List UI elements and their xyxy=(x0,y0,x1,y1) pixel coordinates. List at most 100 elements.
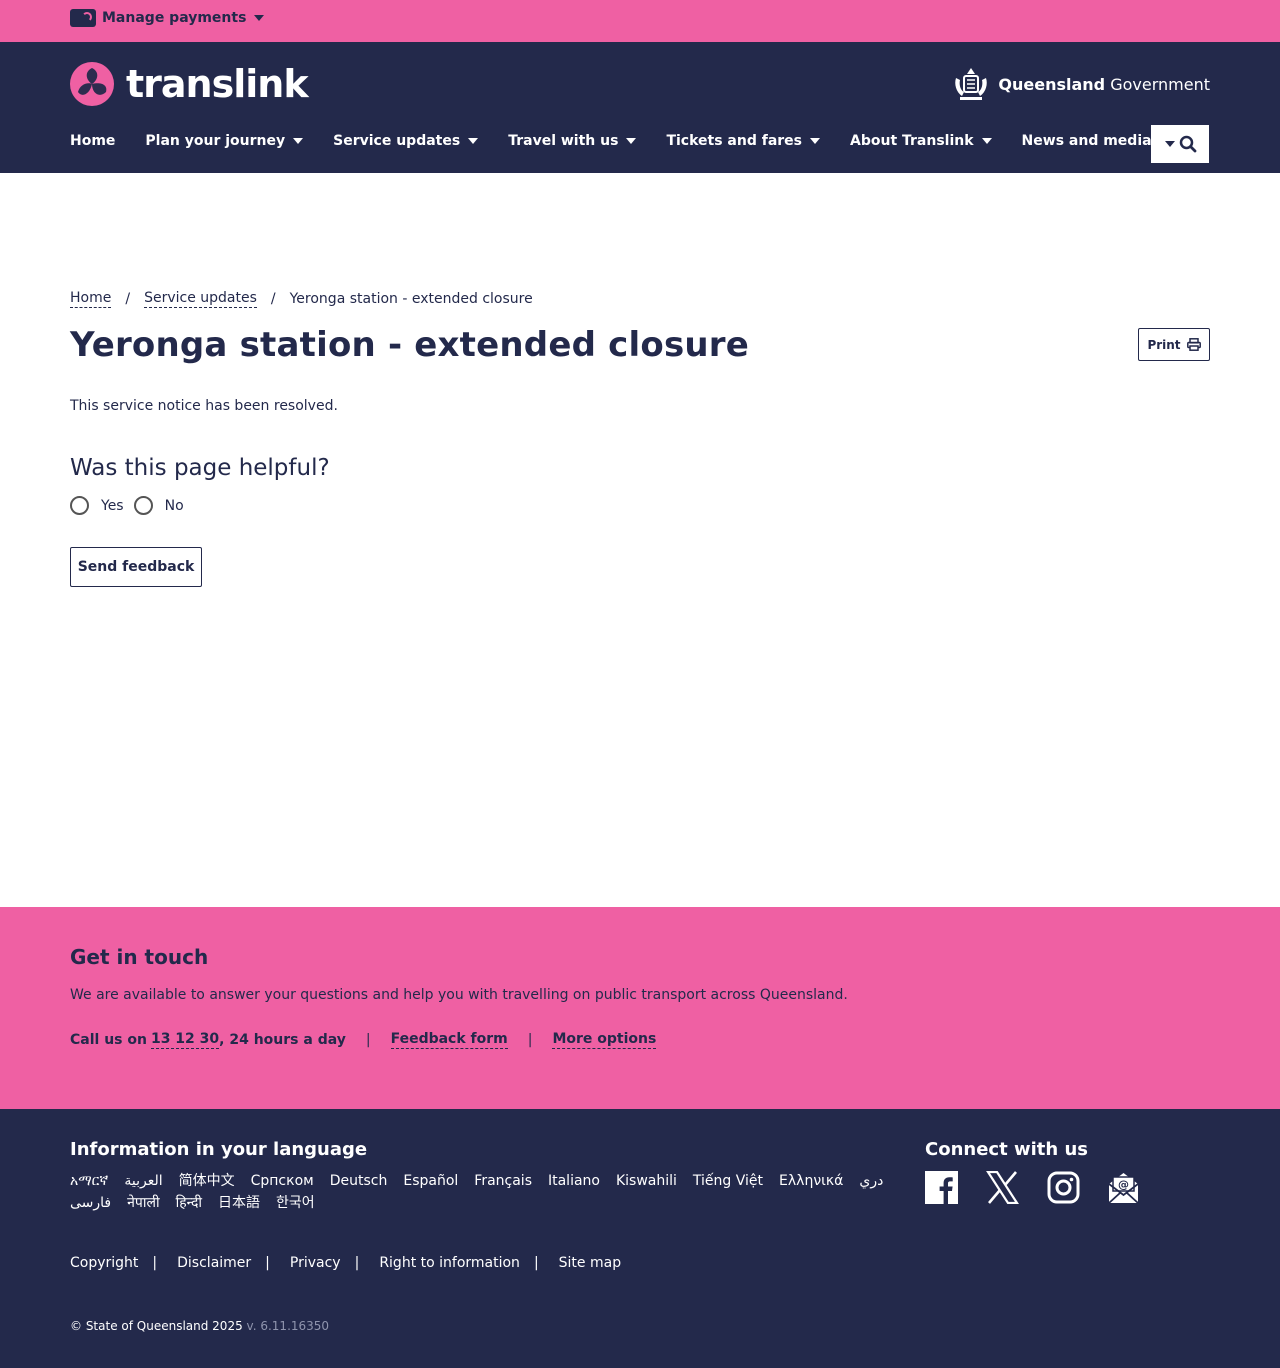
disclaimer-link[interactable]: Disclaimer xyxy=(177,1255,251,1271)
email-icon[interactable]: @ xyxy=(1108,1171,1139,1204)
language-link[interactable]: Tiếng Việt xyxy=(693,1171,763,1191)
right-to-information-link[interactable]: Right to information xyxy=(379,1255,520,1271)
nav-tickets-and-fares[interactable]: Tickets and fares xyxy=(666,133,820,149)
breadcrumb-service-updates[interactable]: Service updates xyxy=(144,290,257,308)
language-link[interactable]: नेपाली xyxy=(127,1193,159,1213)
facebook-icon[interactable] xyxy=(925,1171,958,1204)
queensland-government-logo[interactable]: Queensland Government xyxy=(950,64,1210,104)
language-link[interactable]: العربية xyxy=(124,1171,162,1191)
breadcrumb-current: Yeronga station - extended closure xyxy=(289,291,533,307)
nav-about-translink[interactable]: About Translink xyxy=(850,133,992,149)
nav-service-label: Service updates xyxy=(333,133,461,149)
breadcrumb-home[interactable]: Home xyxy=(70,290,112,308)
search-icon xyxy=(1179,135,1197,153)
breadcrumb: Home / Service updates / Yeronga station… xyxy=(70,290,533,308)
chevron-down-icon xyxy=(254,15,265,21)
separator: | xyxy=(533,1255,539,1271)
main-nav: Home Plan your journey Service updates T… xyxy=(70,133,1200,149)
language-link[interactable]: 日本語 xyxy=(218,1193,260,1213)
helpful-radio-group: Yes No xyxy=(70,496,194,515)
legal-links: Copyright | Disclaimer | Privacy | Right… xyxy=(70,1255,621,1271)
more-options-link[interactable]: More options xyxy=(552,1031,657,1049)
brand-name: translink xyxy=(126,62,309,106)
call-prefix: Call us on xyxy=(70,1032,147,1048)
yes-label[interactable]: Yes xyxy=(101,498,124,514)
language-link[interactable]: Ελληνικά xyxy=(779,1171,843,1191)
send-feedback-button[interactable]: Send feedback xyxy=(70,547,202,587)
print-button[interactable]: Print xyxy=(1138,328,1210,361)
nav-news-label: News and media xyxy=(1021,133,1152,149)
language-heading: Information in your language xyxy=(70,1139,368,1160)
separator: | xyxy=(527,1032,533,1048)
nav-news-and-media[interactable]: News and media xyxy=(1022,133,1170,149)
manage-payments-dropdown[interactable]: Manage payments xyxy=(70,9,265,27)
language-link[interactable]: Italiano xyxy=(548,1171,600,1191)
language-link[interactable]: አማርኛ xyxy=(70,1171,108,1191)
printer-icon xyxy=(1186,338,1201,351)
manage-payments-label: Manage payments xyxy=(102,10,247,26)
svg-text:@: @ xyxy=(1118,1178,1129,1191)
language-link[interactable]: Español xyxy=(403,1171,458,1191)
get-in-touch-text: We are available to answer your question… xyxy=(70,987,848,1003)
coat-of-arms-icon xyxy=(955,68,988,100)
chevron-down-icon xyxy=(293,138,304,144)
nav-plan-your-journey[interactable]: Plan your journey xyxy=(145,133,304,149)
nav-home[interactable]: Home xyxy=(70,133,115,149)
card-icon xyxy=(70,9,96,27)
nav-travel-label: Travel with us xyxy=(508,133,619,149)
chevron-down-icon xyxy=(626,138,637,144)
separator: | xyxy=(365,1032,371,1048)
social-links: @ xyxy=(925,1171,1139,1204)
separator: | xyxy=(354,1255,360,1271)
gov-bold: Queensland xyxy=(998,74,1106,94)
feedback-form-link[interactable]: Feedback form xyxy=(390,1031,508,1049)
breadcrumb-separator: / xyxy=(270,291,276,307)
get-in-touch-section: Get in touch We are available to answer … xyxy=(0,907,1280,1109)
resolved-notice: This service notice has been resolved. xyxy=(70,398,338,414)
chevron-down-icon xyxy=(810,138,820,144)
version-text: v. 6.11.16350 xyxy=(246,1319,330,1333)
x-icon[interactable] xyxy=(986,1171,1019,1204)
nav-plan-label: Plan your journey xyxy=(145,133,286,149)
separator: | xyxy=(152,1255,158,1271)
instagram-icon[interactable] xyxy=(1047,1171,1080,1204)
language-link[interactable]: Српском xyxy=(251,1171,314,1191)
nav-about-label: About Translink xyxy=(850,133,974,149)
privacy-link[interactable]: Privacy xyxy=(290,1255,341,1271)
nav-home-label: Home xyxy=(70,133,116,149)
search-toggle-button[interactable] xyxy=(1151,125,1209,163)
translink-logo[interactable]: translink xyxy=(70,62,309,106)
yes-radio[interactable] xyxy=(70,496,89,515)
call-suffix: , 24 hours a day xyxy=(219,1032,346,1048)
site-map-link[interactable]: Site map xyxy=(559,1255,621,1271)
separator: | xyxy=(265,1255,270,1271)
nav-service-updates[interactable]: Service updates xyxy=(333,133,479,149)
no-radio[interactable] xyxy=(133,496,153,515)
queensland-government-text: Queensland Government xyxy=(998,75,1210,94)
no-label[interactable]: No xyxy=(165,498,184,514)
helpful-heading: Was this page helpful? xyxy=(70,455,330,481)
chevron-down-icon xyxy=(981,138,992,144)
language-link[interactable]: 简体中文 xyxy=(179,1171,235,1191)
copyright-link[interactable]: Copyright xyxy=(70,1255,138,1271)
chevron-down-icon xyxy=(468,138,479,144)
language-link[interactable]: Français xyxy=(474,1171,532,1191)
page-title: Yeronga station - extended closure xyxy=(70,325,750,365)
translink-mark-icon xyxy=(70,62,114,106)
print-label: Print xyxy=(1147,337,1181,352)
language-link[interactable]: Deutsch xyxy=(330,1171,388,1191)
top-utility-bar: Manage payments xyxy=(0,0,1280,42)
contact-links: Call us on 13 12 30 , 24 hours a day | F… xyxy=(70,1031,657,1049)
nav-tickets-label: Tickets and fares xyxy=(666,133,802,149)
phone-link[interactable]: 13 12 30 xyxy=(150,1031,220,1049)
language-link[interactable]: فارسی xyxy=(70,1193,111,1213)
language-link[interactable]: Kiswahili xyxy=(616,1171,677,1191)
breadcrumb-separator: / xyxy=(125,291,131,307)
language-link[interactable]: 한국어 xyxy=(276,1193,315,1213)
language-link[interactable]: हिन्दी xyxy=(176,1193,202,1213)
language-links: አማርኛ العربية 简体中文 Српском Deutsch Españo… xyxy=(70,1171,900,1213)
copyright-text: © State of Queensland 2025 xyxy=(70,1319,243,1333)
language-link[interactable]: دري xyxy=(859,1171,883,1191)
nav-travel-with-us[interactable]: Travel with us xyxy=(508,133,637,149)
site-header: translink Queensland Government Home Pla… xyxy=(0,42,1280,173)
